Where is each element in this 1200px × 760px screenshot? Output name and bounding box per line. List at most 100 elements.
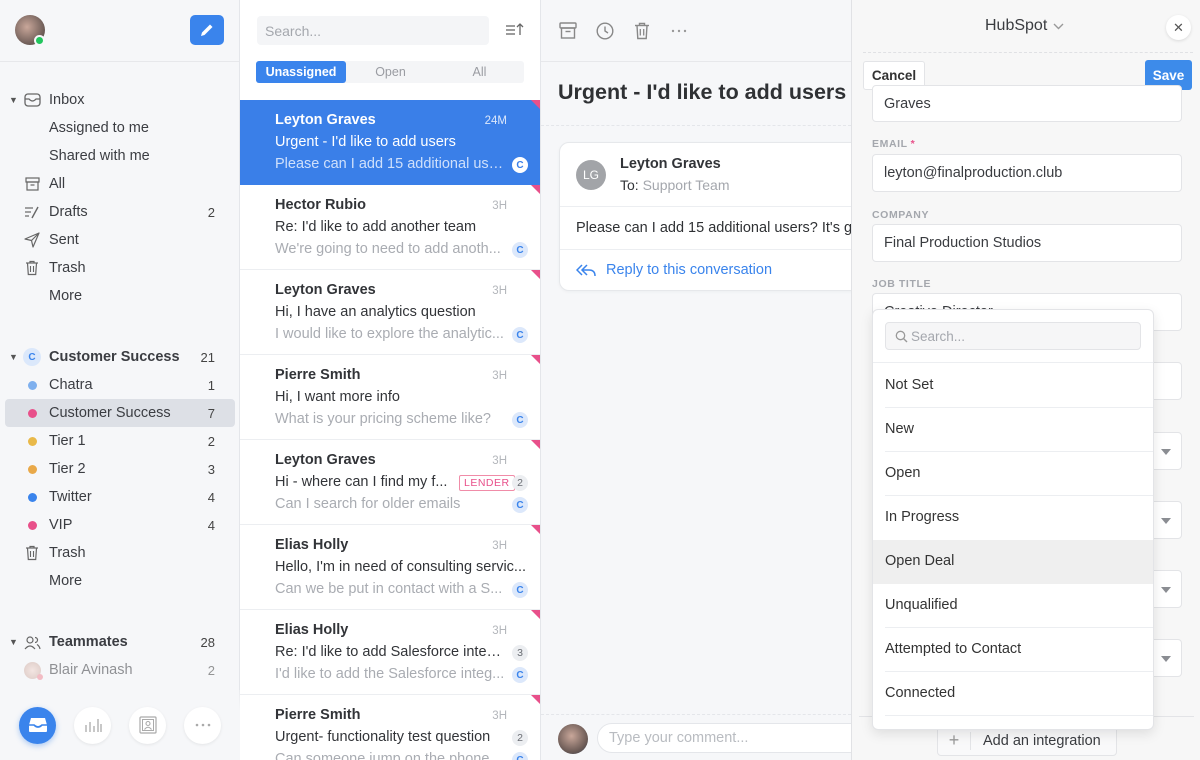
- dropdown-option-hovered[interactable]: Open Deal: [873, 540, 1153, 584]
- sidebar-item-shared-with-me[interactable]: Shared with me: [0, 142, 240, 170]
- nav-inbox-button[interactable]: [19, 706, 56, 744]
- archive-button[interactable]: [558, 21, 578, 41]
- conversation-toolbar: [541, 0, 851, 62]
- sidebar-header: [0, 0, 239, 62]
- sidebar-item-team-trash[interactable]: Trash: [0, 539, 240, 567]
- snooze-button[interactable]: [595, 21, 615, 41]
- sidebar-item-count: 28: [200, 634, 215, 650]
- conversation-item[interactable]: Leyton Graves 24M Urgent - I'd like to a…: [240, 100, 540, 185]
- nav-more-button[interactable]: [184, 706, 221, 744]
- dropdown-option[interactable]: Not Set: [873, 364, 1153, 408]
- email-field[interactable]: [872, 154, 1182, 192]
- reply-button[interactable]: Reply to this conversation: [576, 262, 772, 278]
- delete-button[interactable]: [632, 21, 652, 41]
- unread-marker: [531, 270, 540, 280]
- subject: Hi, I have an analytics question: [275, 304, 476, 320]
- dropdown-search-input[interactable]: [911, 323, 1136, 349]
- sidebar-item-tier-1[interactable]: Tier 1 2: [0, 427, 240, 455]
- timestamp: 3H: [492, 625, 507, 637]
- sender-name: Elias Holly: [275, 622, 349, 638]
- panel-header: HubSpot ✕: [852, 0, 1200, 52]
- panel-title: HubSpot: [985, 17, 1048, 34]
- color-dot-icon: [23, 516, 41, 534]
- sort-button[interactable]: [505, 22, 524, 43]
- close-button[interactable]: ✕: [1166, 15, 1191, 40]
- team-badge-icon: C: [23, 348, 41, 366]
- sidebar-item-label: Tier 1: [49, 433, 86, 449]
- conversation-item[interactable]: Leyton Graves 3H Hi - where can I find m…: [240, 440, 540, 525]
- timestamp: 3H: [492, 710, 507, 722]
- sidebar-item-sent[interactable]: Sent: [0, 226, 240, 254]
- sidebar-item-drafts[interactable]: Drafts 2: [0, 198, 240, 226]
- dropdown-option[interactable]: Open: [873, 452, 1153, 496]
- conversation-title: Urgent - I'd like to add users: [558, 80, 847, 104]
- search-icon: [895, 330, 908, 343]
- trash-icon: [23, 544, 41, 562]
- company-field[interactable]: [872, 224, 1182, 262]
- comment-input[interactable]: [597, 723, 851, 753]
- sidebar-item-twitter[interactable]: Twitter 4: [0, 483, 240, 511]
- tab-open[interactable]: Open: [346, 61, 435, 83]
- last-name-field[interactable]: [872, 85, 1182, 122]
- tab-all[interactable]: All: [435, 61, 524, 83]
- conversation-search-input[interactable]: [257, 16, 489, 45]
- dropdown-option[interactable]: In Progress: [873, 496, 1153, 540]
- sidebar-item-all[interactable]: All: [0, 170, 240, 198]
- teammates-section: ▼ Teammates 28 Blair Avinash 2: [0, 628, 240, 684]
- dropdown-option[interactable]: Attempted to Contact: [873, 628, 1153, 672]
- nav-analytics-button[interactable]: [74, 706, 111, 744]
- subject: Hi, I want more info: [275, 389, 400, 405]
- sidebar-item-count: 3: [207, 461, 215, 477]
- unread-marker: [531, 355, 540, 365]
- analytics-icon: [84, 719, 102, 732]
- divider: [541, 125, 851, 126]
- archive-icon: [23, 175, 41, 193]
- sender-name: Pierre Smith: [275, 707, 361, 723]
- dropdown-search: [885, 322, 1141, 350]
- preview: What is your pricing scheme like?: [275, 411, 491, 427]
- sidebar-item-teammates[interactable]: ▼ Teammates 28: [0, 628, 240, 656]
- dropdown-option[interactable]: Connected: [873, 672, 1153, 716]
- sidebar-item-assigned-to-me[interactable]: Assigned to me: [0, 114, 240, 142]
- tab-unassigned[interactable]: Unassigned: [256, 61, 346, 83]
- color-dot-icon: [23, 404, 41, 422]
- sidebar-item-chatra[interactable]: Chatra 1: [0, 371, 240, 399]
- sidebar-item-team-customer-success[interactable]: ▼ C Customer Success 21: [0, 343, 240, 371]
- unread-marker: [531, 610, 540, 620]
- nav-contacts-button[interactable]: [129, 706, 166, 744]
- chevron-down-icon[interactable]: ▼: [9, 637, 19, 647]
- conversation-item[interactable]: Elias Holly 3H Re: I'd like to add Sales…: [240, 610, 540, 695]
- sidebar-item-vip[interactable]: VIP 4: [0, 511, 240, 539]
- sidebar-item-teammate[interactable]: Blair Avinash 2: [0, 656, 240, 684]
- more-icon: [671, 29, 687, 32]
- conversation-item[interactable]: Elias Holly 3H Hello, I'm in need of con…: [240, 525, 540, 610]
- conversation-item[interactable]: Pierre Smith 3H Hi, I want more info Wha…: [240, 355, 540, 440]
- timestamp: 3H: [492, 540, 507, 552]
- chevron-down-icon: [1053, 23, 1064, 29]
- conversation-view: Urgent - I'd like to add users LG Leyton…: [541, 0, 851, 760]
- conversation-item[interactable]: Pierre Smith 3H Urgent- functionality te…: [240, 695, 540, 760]
- sidebar-item-tier-2[interactable]: Tier 2 3: [0, 455, 240, 483]
- online-status-indicator: [34, 35, 45, 46]
- send-icon: [23, 231, 41, 249]
- more-options-button[interactable]: [669, 21, 689, 41]
- conversation-item[interactable]: Leyton Graves 3H Hi, I have an analytics…: [240, 270, 540, 355]
- trash-icon: [635, 22, 649, 39]
- sidebar-item-inbox[interactable]: ▼ Inbox: [0, 86, 240, 114]
- conversation-item[interactable]: Hector Rubio 3H Re: I'd like to add anot…: [240, 185, 540, 270]
- subject: Re: I'd like to add Salesforce integ...: [275, 644, 505, 660]
- dropdown-option[interactable]: Unqualified: [873, 584, 1153, 628]
- chevron-down-icon[interactable]: ▼: [9, 95, 19, 105]
- chevron-down-icon[interactable]: ▼: [9, 352, 19, 362]
- sender-name: Leyton Graves: [275, 282, 376, 298]
- add-integration-button[interactable]: + Add an integration: [937, 726, 1117, 756]
- integration-selector[interactable]: HubSpot: [985, 17, 1064, 35]
- subject: Hello, I'm in need of consulting servic.…: [275, 559, 526, 575]
- sidebar-item-trash[interactable]: Trash: [0, 254, 240, 282]
- dropdown-option[interactable]: New: [873, 408, 1153, 452]
- sidebar-item-team-more[interactable]: More: [0, 567, 240, 595]
- sidebar-item-customer-success[interactable]: Customer Success 7: [5, 399, 235, 427]
- compose-button[interactable]: [190, 15, 224, 45]
- sidebar-item-more[interactable]: More: [0, 282, 240, 310]
- subject: Urgent- functionality test question: [275, 729, 491, 745]
